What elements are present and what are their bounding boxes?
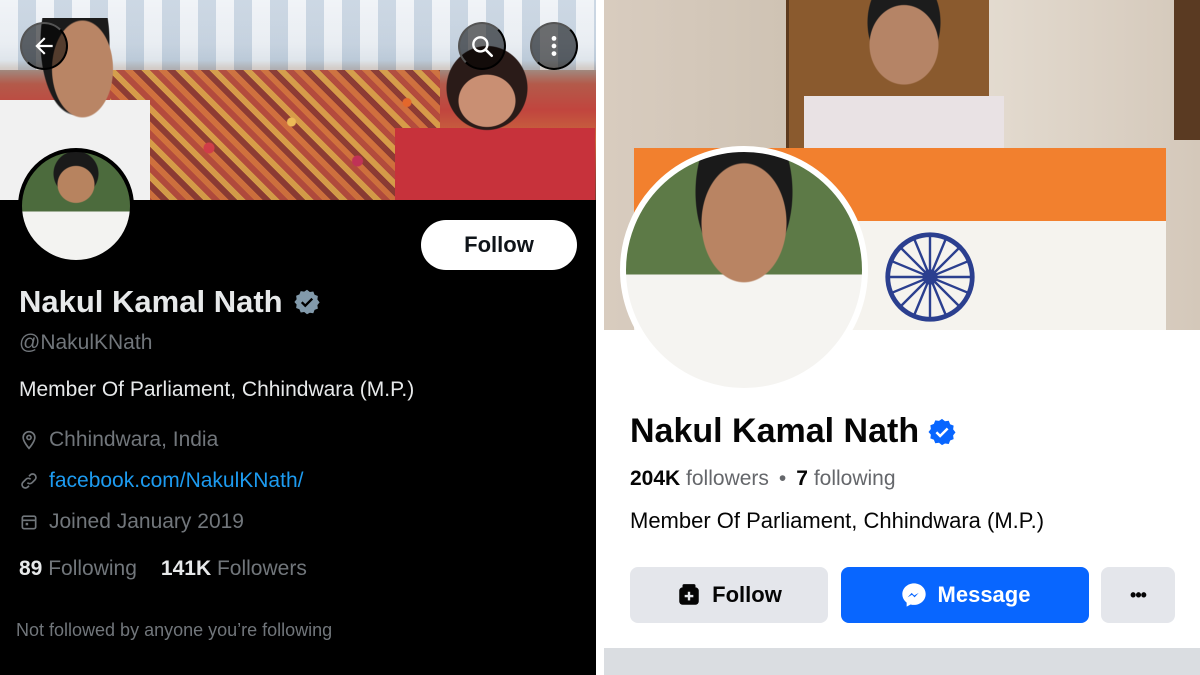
verified-badge-icon: [928, 418, 956, 445]
followers-label: Followers: [216, 557, 307, 580]
follow-button[interactable]: Follow: [421, 220, 577, 270]
panel-divider: [596, 0, 604, 675]
more-vertical-icon: [551, 36, 557, 56]
profile-name-text: Nakul Kamal Nath: [630, 412, 920, 450]
following-link[interactable]: 7 following: [796, 467, 895, 491]
profile-stats: 204K followers • 7 following: [630, 467, 896, 491]
joined-text: Joined January 2019: [49, 510, 244, 533]
profile-joined: Joined January 2019: [19, 510, 244, 534]
following-label: Following: [48, 557, 137, 580]
followers-count: 141K: [160, 557, 212, 580]
profile-handle: @NakulKNath: [19, 331, 153, 354]
following-count: 89: [19, 557, 43, 580]
following-link[interactable]: 89 Following: [19, 557, 137, 581]
profile-avatar[interactable]: [18, 148, 134, 264]
profile-name-text: Nakul Kamal Nath: [19, 284, 283, 319]
followers-count: 204K: [630, 467, 681, 490]
profile-name: Nakul Kamal Nath: [630, 412, 957, 451]
follow-user-icon: [679, 584, 699, 605]
link-icon: [21, 473, 37, 489]
followers-link[interactable]: 204K followers: [630, 467, 769, 491]
followers-link[interactable]: 141K Followers: [161, 557, 307, 581]
ashoka-chakra-icon: [885, 232, 975, 322]
section-divider-bar: [604, 648, 1200, 675]
profile-name: Nakul Kamal Nath: [19, 284, 321, 320]
following-label: following: [813, 467, 896, 490]
banner-crowd: [110, 70, 440, 200]
profile-avatar[interactable]: [620, 146, 868, 394]
location-pin-icon: [22, 430, 36, 450]
following-count: 7: [796, 467, 808, 490]
follow-button[interactable]: Follow: [630, 567, 828, 623]
back-arrow-icon: [35, 37, 53, 55]
follow-counts: 89 Following 141K Followers: [19, 557, 307, 581]
location-text: Chhindwara, India: [49, 428, 219, 451]
more-horizontal-icon: •••: [1130, 584, 1147, 605]
mutual-followers-note: Not followed by anyone you’re following: [16, 620, 333, 640]
message-button[interactable]: Message: [841, 567, 1089, 623]
profile-location: Chhindwara, India: [19, 428, 218, 452]
profile-bio: Member Of Parliament, Chhindwara (M.P.): [19, 378, 415, 401]
cover-person: [804, 0, 1004, 160]
verified-badge-icon: [293, 289, 320, 315]
messenger-icon: [901, 583, 926, 607]
more-options-button[interactable]: [530, 22, 578, 70]
follow-button-label: Follow: [712, 582, 782, 607]
search-icon: [472, 36, 494, 58]
stats-separator: •: [778, 467, 787, 490]
twitter-profile-panel: Follow Nakul Kamal Nath @NakulKNath Memb…: [0, 0, 596, 675]
website-link[interactable]: facebook.com/NakulKNath/: [49, 469, 303, 493]
search-button[interactable]: [458, 22, 506, 70]
calendar-icon: [21, 515, 37, 530]
back-button[interactable]: [20, 22, 68, 70]
facebook-profile-panel: Nakul Kamal Nath 204K followers • 7 foll…: [604, 0, 1200, 675]
followers-label: followers: [686, 467, 769, 490]
profile-bio: Member Of Parliament, Chhindwara (M.P.): [630, 508, 1045, 533]
more-options-button[interactable]: •••: [1101, 567, 1175, 623]
profile-website: facebook.com/NakulKNath/: [19, 469, 303, 493]
message-button-label: Message: [937, 582, 1031, 607]
cover-picture-frame: [1174, 0, 1200, 140]
